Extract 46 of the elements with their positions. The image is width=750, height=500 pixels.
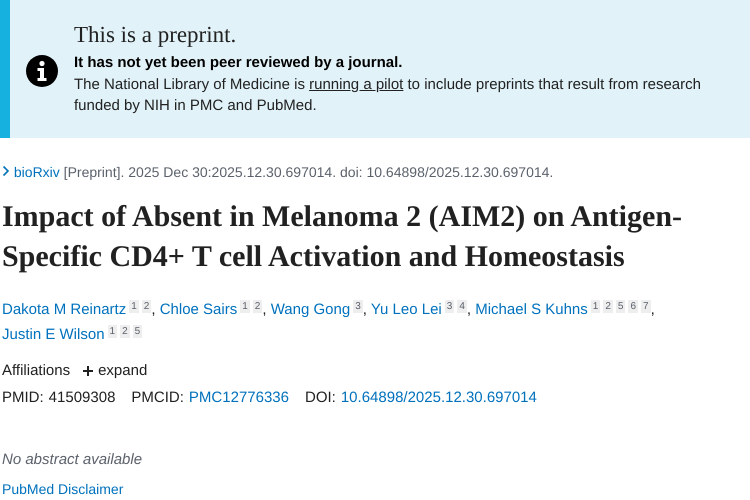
affiliation-number[interactable]: 1 xyxy=(590,300,600,313)
affiliation-number[interactable]: 2 xyxy=(252,300,262,313)
citation-text: [Preprint]. 2025 Dec 30:2025.12.30.697014. doi: 10.64898/2025.12.30.697014. xyxy=(62,164,554,180)
affiliations-label: Affiliations xyxy=(2,361,70,381)
article-title: Impact of Absent in Melanoma 2 (AIM2) on Antigen-Specific CD4+ T cell Activation and Homeostasis xyxy=(2,199,683,275)
chevron-icon xyxy=(2,165,10,177)
author-link[interactable]: Chloe Sairs xyxy=(160,301,238,318)
comma: , xyxy=(362,301,367,318)
comma: , xyxy=(151,301,156,318)
journal-link[interactable]: bioRxiv xyxy=(2,164,60,180)
pilot-link[interactable]: running a pilot xyxy=(309,76,404,93)
notice-subtitle: It has not yet been peer reviewed by a journal. xyxy=(74,53,404,73)
author-link[interactable]: Michael S Kuhns xyxy=(475,301,588,318)
affiliation-number[interactable]: 5 xyxy=(132,325,142,338)
comma: , xyxy=(466,301,472,318)
notice-text: The National Library of Medicine is running a pilot to include preprints that result from research funded by NIH in PMC and PubMed. xyxy=(74,75,702,116)
identifier-label: PMID: xyxy=(2,388,44,408)
affiliation-number[interactable]: 1 xyxy=(129,300,139,313)
identifier-value: 41509308 xyxy=(48,388,116,408)
affiliation-number[interactable]: 1 xyxy=(240,300,250,313)
affiliation-number[interactable]: 2 xyxy=(142,300,152,313)
comma: , xyxy=(262,301,267,318)
affiliation-number[interactable]: 1 xyxy=(108,325,118,338)
affiliation-number[interactable]: 4 xyxy=(457,300,467,313)
affiliation-number[interactable]: 2 xyxy=(603,300,613,313)
plus-icon xyxy=(82,365,94,377)
affiliation-number[interactable]: 5 xyxy=(616,300,626,313)
identifier-label: PMCID: xyxy=(131,388,184,408)
info-icon xyxy=(26,55,58,87)
affiliation-number[interactable]: 7 xyxy=(641,300,651,313)
abstract-note: No abstract available xyxy=(2,450,144,470)
identifier-link[interactable]: PMC12776336 xyxy=(188,387,289,409)
disclaimer-link[interactable]: PubMed Disclaimer xyxy=(2,481,750,497)
affiliation-number[interactable]: 6 xyxy=(628,300,638,313)
comma: , xyxy=(650,301,655,318)
affiliation-number[interactable]: 3 xyxy=(444,300,454,313)
identifier-label: DOI: xyxy=(305,388,336,408)
expand-toggle[interactable]: expand xyxy=(82,359,148,383)
author-link[interactable]: Dakota M Reinartz xyxy=(2,301,126,318)
affiliation-number[interactable]: 2 xyxy=(120,325,130,338)
author-link[interactable]: Justin E Wilson xyxy=(2,326,105,343)
affiliation-number[interactable]: 3 xyxy=(353,300,363,313)
author-link[interactable]: Yu Leo Lei xyxy=(370,301,442,318)
identifier-link[interactable]: 10.64898/2025.12.30.697014 xyxy=(340,387,537,409)
author-link[interactable]: Wang Gong xyxy=(270,301,350,318)
notice-title: This is a preprint. xyxy=(74,21,238,49)
